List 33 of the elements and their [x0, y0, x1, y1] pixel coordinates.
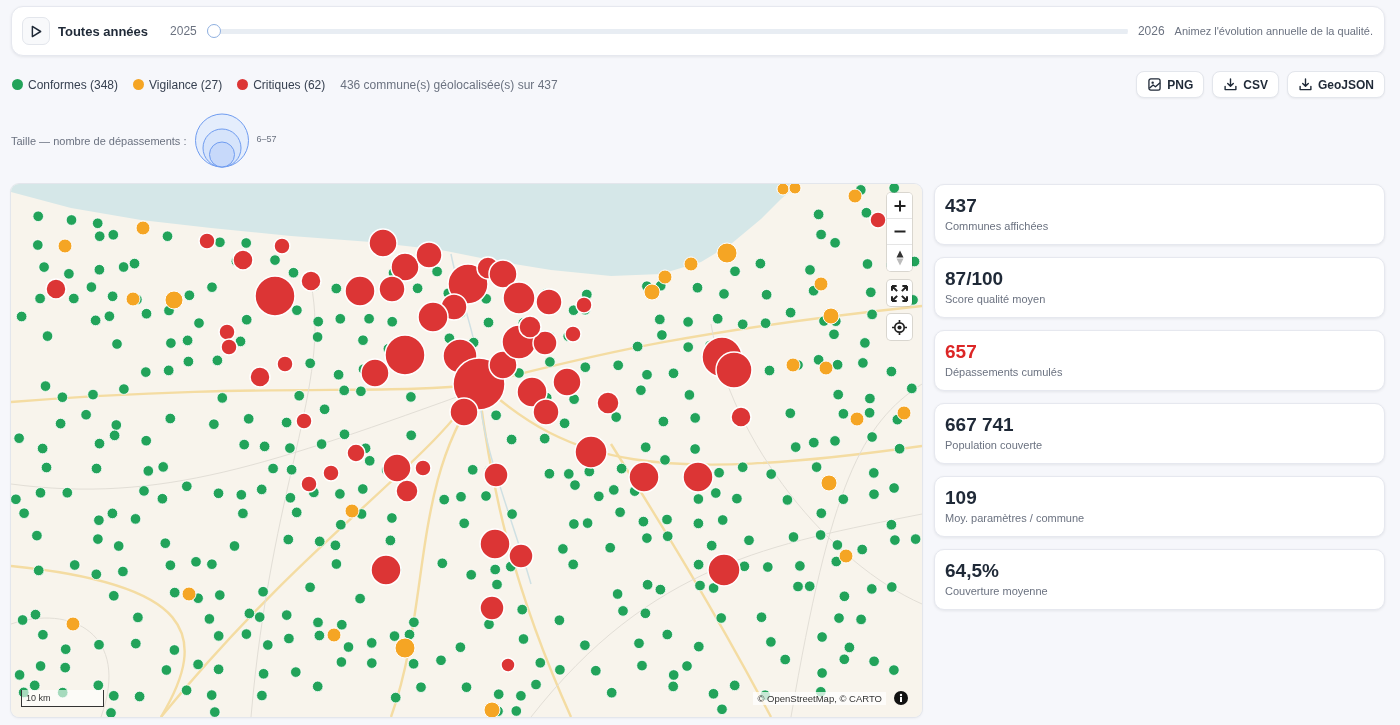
legend-label: Conformes (348) [28, 77, 119, 92]
timeline-hint: Animez l'évolution annuelle de la qualité. [1174, 25, 1373, 37]
stat-label: Communes affichées [945, 220, 1049, 232]
play-button[interactable] [22, 17, 50, 45]
download-icon [1224, 78, 1238, 91]
legend-label: Vigilance (27) [149, 77, 223, 92]
stat-value: 87/100 [945, 268, 1004, 290]
stat-value: 109 [945, 487, 977, 509]
stat-label: Score qualité moyen [945, 293, 1046, 305]
download-icon [1299, 78, 1312, 91]
export-button[interactable]: PNG [1136, 71, 1205, 98]
stat-value: 667 741 [945, 414, 1014, 436]
bubble-size-icon [194, 113, 251, 168]
play-icon [30, 24, 42, 38]
timeline-title: Toutes années [58, 23, 149, 39]
end-year: 2026 [1137, 24, 1165, 38]
geolocated-summary: 436 commune(s) géolocalisée(s) sur 437 [340, 77, 558, 92]
stat-value: 657 [945, 341, 977, 363]
stat-label: Moy. paramètres / commune [945, 512, 1085, 524]
stat-label: Population couverte [945, 439, 1043, 451]
scale-bar: 10 km [21, 690, 104, 707]
slider-thumb[interactable] [206, 24, 221, 38]
export-button[interactable]: CSV [1212, 71, 1279, 98]
export-button[interactable]: GeoJSON [1287, 71, 1385, 98]
size-range: 6–57 [256, 134, 277, 144]
stat-label: Couverture moyenne [945, 585, 1048, 597]
stat-value: 64,5% [945, 560, 999, 582]
legend-label: Critiques (62) [253, 77, 326, 92]
start-year: 2025 [170, 24, 197, 38]
stat-label: Dépassements cumulés [945, 366, 1063, 378]
stat-value: 437 [945, 195, 977, 217]
image-icon [1148, 78, 1162, 91]
size-legend-label: Taille — nombre de dépassements : [11, 134, 187, 147]
